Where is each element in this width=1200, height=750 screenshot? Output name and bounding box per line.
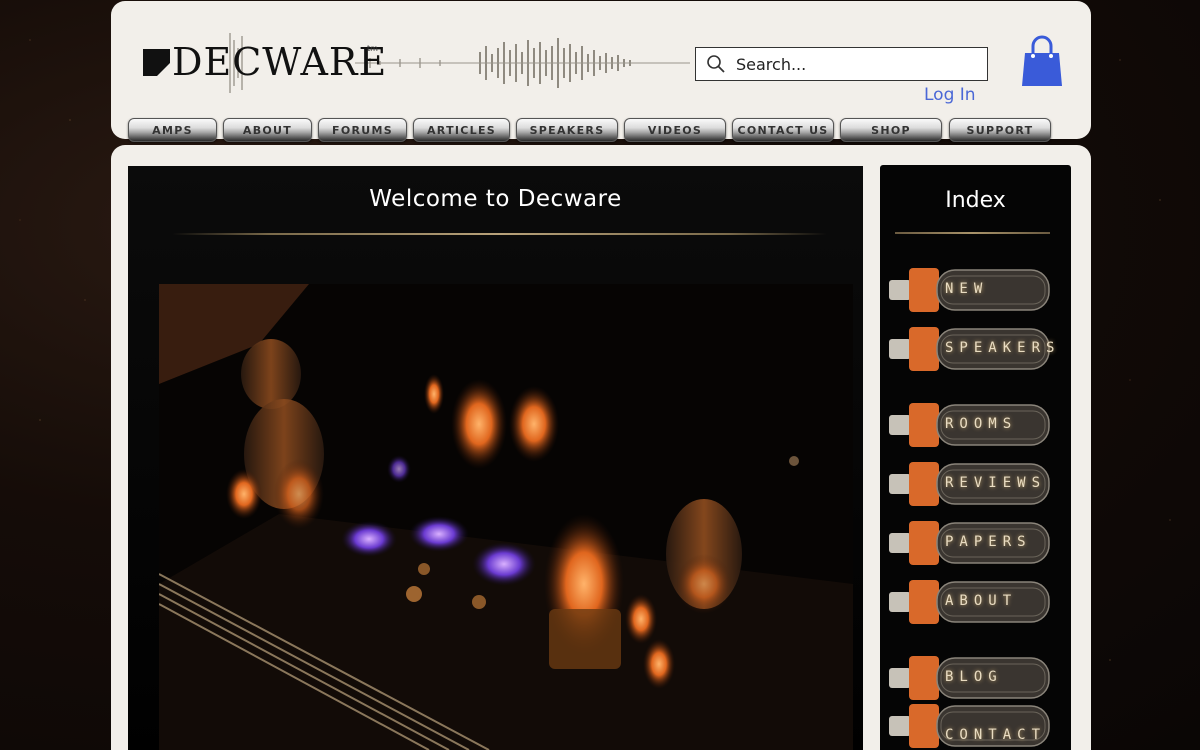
index-item-label: PAPERS bbox=[945, 534, 1032, 550]
logo-trademark: tm bbox=[367, 44, 378, 53]
nav-amps[interactable]: AMPS bbox=[128, 118, 217, 142]
search-box[interactable] bbox=[695, 47, 988, 81]
index-item-label: SPEAKERS bbox=[945, 340, 1061, 356]
index-item-label: BLOG bbox=[945, 669, 1003, 685]
index-item-label: CONTACT bbox=[945, 727, 1047, 743]
index-item-label: ROOMS bbox=[945, 416, 1018, 432]
nav-forums[interactable]: FORUMS bbox=[318, 118, 407, 142]
index-item-new[interactable]: NEW bbox=[889, 266, 1055, 314]
logo-mark bbox=[143, 48, 170, 76]
nav-speakers[interactable]: SPEAKERS bbox=[516, 118, 618, 142]
decware-logo[interactable]: DECWARE tm bbox=[143, 42, 387, 82]
index-item-label: ABOUT bbox=[945, 593, 1018, 609]
shopping-bag-icon[interactable] bbox=[1020, 34, 1064, 88]
index-item-reviews[interactable]: REVIEWS bbox=[889, 460, 1055, 508]
index-item-speakers[interactable]: SPEAKERS bbox=[889, 325, 1055, 373]
index-title: Index bbox=[945, 188, 1006, 213]
index-item-label: NEW bbox=[945, 281, 989, 297]
search-input[interactable] bbox=[736, 54, 976, 74]
nav-shop[interactable]: SHOP bbox=[840, 118, 942, 142]
index-divider bbox=[895, 232, 1050, 234]
nav-about[interactable]: ABOUT bbox=[223, 118, 312, 142]
nav-articles[interactable]: ARTICLES bbox=[413, 118, 510, 142]
page-title: Welcome to Decware bbox=[369, 186, 622, 212]
index-item-rooms[interactable]: ROOMS bbox=[889, 401, 1055, 449]
index-item-about[interactable]: ABOUT bbox=[889, 578, 1055, 626]
login-link[interactable]: Log In bbox=[924, 85, 976, 105]
nav-support[interactable]: SUPPORT bbox=[949, 118, 1051, 142]
title-divider bbox=[172, 233, 827, 235]
tube-amplifier-photo bbox=[159, 284, 853, 750]
nav-videos[interactable]: VIDEOS bbox=[624, 118, 726, 142]
search-icon[interactable] bbox=[706, 54, 726, 74]
nav-contact-us[interactable]: CONTACT US bbox=[732, 118, 834, 142]
index-item-label: REVIEWS bbox=[945, 475, 1047, 491]
index-item-contact[interactable]: CONTACT bbox=[889, 702, 1055, 750]
logo-text: DECWARE bbox=[172, 40, 388, 84]
index-item-blog[interactable]: BLOG bbox=[889, 654, 1055, 702]
index-item-papers[interactable]: PAPERS bbox=[889, 519, 1055, 567]
